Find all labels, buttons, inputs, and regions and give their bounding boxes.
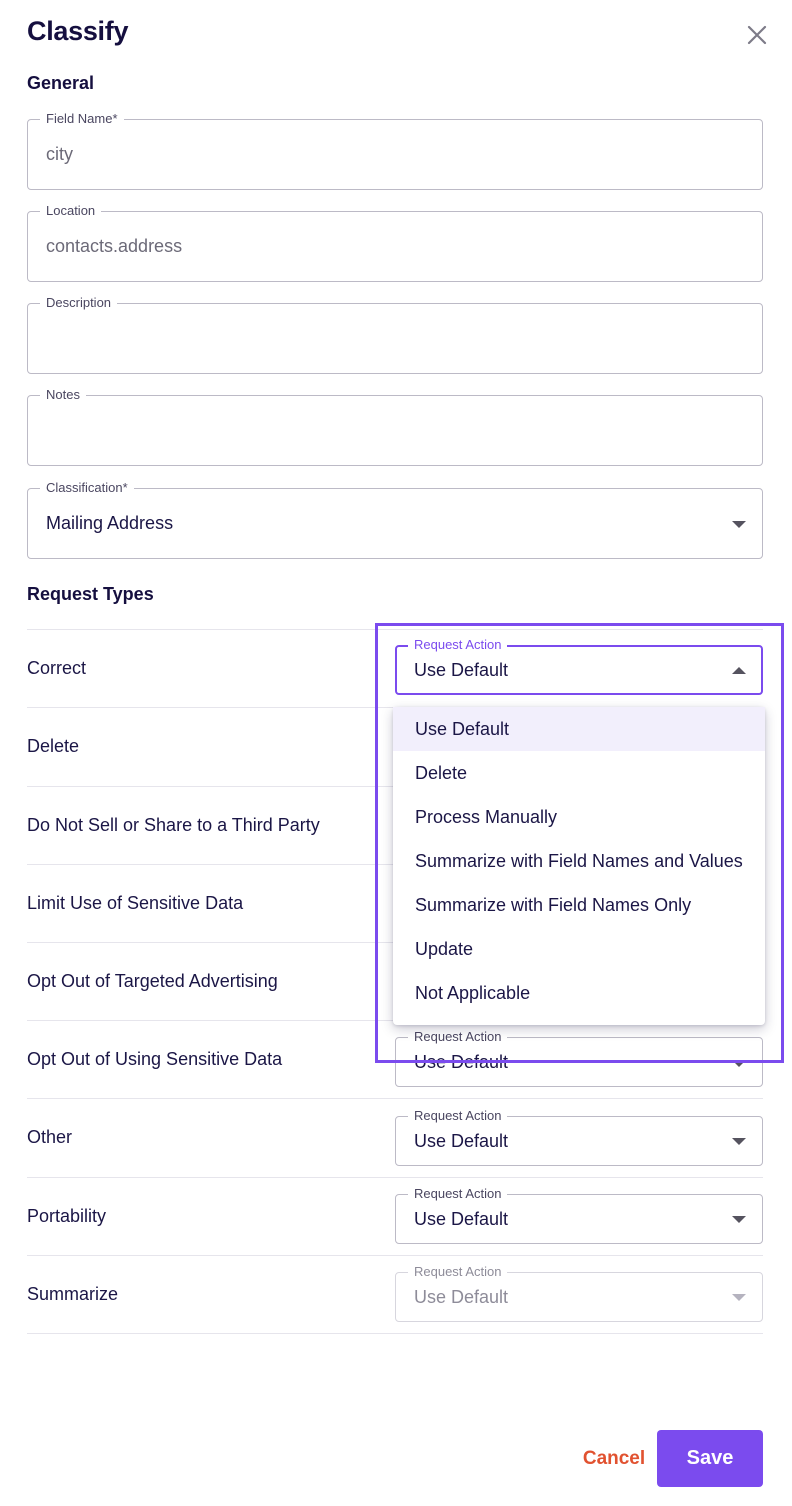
notes-field[interactable]: Notes	[27, 387, 763, 466]
description-label: Description	[40, 295, 118, 311]
classification-value: Mailing Address	[46, 513, 174, 533]
request-row-label: Portability	[27, 1206, 107, 1226]
close-icon[interactable]	[744, 22, 770, 48]
request-row-label: Opt Out of Targeted Advertising	[27, 971, 278, 991]
chevron-down-icon	[732, 1060, 746, 1067]
request-action-label: Request Action	[408, 1108, 508, 1124]
cancel-button[interactable]: Cancel	[574, 1439, 654, 1479]
request-types-heading: Request Types	[27, 584, 154, 604]
notes-label: Notes	[40, 387, 86, 403]
save-button[interactable]: Save	[657, 1430, 763, 1487]
request-action-select-opt-out-sensitive[interactable]: Request Action Use Default	[395, 1029, 763, 1087]
classification-label: Classification*	[40, 480, 134, 496]
dropdown-option-use-default[interactable]: Use Default	[393, 707, 765, 751]
request-action-label: Request Action	[408, 1186, 508, 1202]
request-action-value: Use Default	[414, 1052, 509, 1072]
general-heading: General	[27, 73, 95, 93]
request-action-select-other[interactable]: Request Action Use Default	[395, 1108, 763, 1166]
location-field[interactable]: Location contacts.address	[27, 203, 763, 282]
classification-select[interactable]: Classification* Mailing Address	[27, 480, 763, 559]
field-name-label: Field Name*	[40, 111, 124, 127]
request-action-select-portability[interactable]: Request Action Use Default	[395, 1186, 763, 1244]
chevron-down-icon	[732, 1294, 746, 1301]
request-row-label: Do Not Sell or Share to a Third Party	[27, 815, 320, 835]
request-action-select-summarize: Request Action Use Default	[395, 1264, 763, 1322]
chevron-down-icon	[732, 1216, 746, 1223]
dropdown-option-process-manually[interactable]: Process Manually	[393, 795, 765, 839]
dropdown-option-summarize-names-values[interactable]: Summarize with Field Names and Values	[393, 839, 765, 883]
divider	[27, 1333, 763, 1334]
request-row-label: Summarize	[27, 1284, 119, 1304]
dropdown-option-delete[interactable]: Delete	[393, 751, 765, 795]
request-action-label: Request Action	[408, 1029, 508, 1045]
chevron-down-icon	[732, 1138, 746, 1145]
dropdown-option-summarize-names-only[interactable]: Summarize with Field Names Only	[393, 883, 765, 927]
chevron-up-icon	[732, 667, 746, 674]
dropdown-option-not-applicable[interactable]: Not Applicable	[393, 971, 765, 1015]
location-label: Location	[40, 203, 102, 219]
field-name-value: city	[46, 144, 73, 164]
dropdown-option-update[interactable]: Update	[393, 927, 765, 971]
description-field[interactable]: Description	[27, 295, 763, 374]
request-action-select-correct[interactable]: Request Action Use Default	[395, 637, 763, 695]
request-action-value: Use Default	[414, 1287, 509, 1307]
chevron-down-icon	[732, 521, 746, 528]
request-row-label: Limit Use of Sensitive Data	[27, 893, 244, 913]
request-action-value: Use Default	[414, 1209, 509, 1229]
request-action-label: Request Action	[408, 637, 508, 653]
request-action-value: Use Default	[414, 1131, 509, 1151]
request-row-label: Correct	[27, 658, 87, 678]
request-action-dropdown-menu: Use Default Delete Process Manually Summ…	[393, 707, 765, 1025]
request-row-label: Delete	[27, 736, 80, 756]
request-action-value: Use Default	[414, 660, 509, 680]
dialog-title: Classify	[27, 16, 129, 46]
request-action-label: Request Action	[408, 1264, 508, 1280]
location-value: contacts.address	[46, 236, 183, 256]
request-row-label: Other	[27, 1127, 73, 1147]
field-name-field[interactable]: Field Name* city	[27, 111, 763, 190]
request-row-label: Opt Out of Using Sensitive Data	[27, 1049, 283, 1069]
